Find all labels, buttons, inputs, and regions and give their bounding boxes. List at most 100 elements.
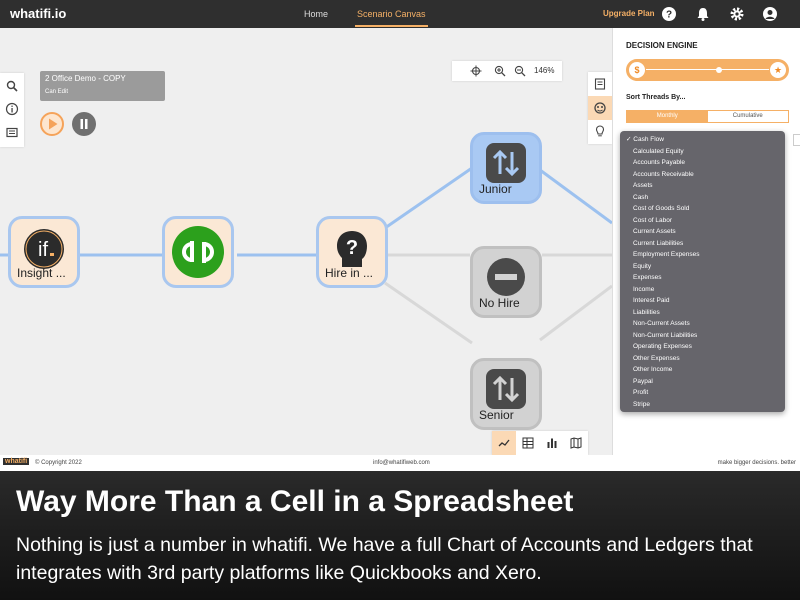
bar-chart-icon [547,438,557,448]
zoom-level: 146% [534,66,555,75]
dropdown-item[interactable]: Liabilities [620,307,785,319]
node-label: No Hire [479,296,520,310]
info-icon[interactable] [5,102,19,116]
slider-track [646,69,769,70]
account-dropdown-list: Cash FlowCalculated EquityAccounts Payab… [620,131,785,412]
top-navbar: whatifi.io Home Scenario Canvas Upgrade … [0,0,800,28]
decision-engine-tab[interactable] [588,96,612,120]
priority-slider[interactable]: $ ★ [626,59,789,81]
map-icon [570,437,582,449]
footer-copyright: © Copyright 2022 [35,460,82,466]
left-toolbar [0,73,24,147]
play-icon [49,118,58,130]
slider-handle[interactable] [716,67,722,73]
dropdown-item[interactable]: Stripe [620,399,785,411]
notes-icon[interactable] [593,77,607,91]
sort-toggle: Monthly Cumulative [626,110,789,123]
sort-threads-label: Sort Threads By... [626,94,686,101]
footer-tagline: make bigger decisions. better [717,460,796,466]
node-quickbooks[interactable] [162,216,234,288]
dropdown-item[interactable]: Current Assets [620,226,785,238]
dropdown-item[interactable]: Accounts Payable [620,157,785,169]
lightbulb-icon[interactable] [593,124,607,138]
node-no-hire[interactable]: No Hire [470,246,542,318]
caption-headline: Way More Than a Cell in a Spreadsheet [16,485,574,518]
marketing-caption: Way More Than a Cell in a Spreadsheet No… [0,471,800,600]
dropdown-item[interactable]: Other Expenses [620,353,785,365]
scenario-name: 2 Office Demo - COPY [45,74,126,83]
node-label: Senior [479,408,514,422]
comment-icon[interactable] [5,126,19,140]
node-label: Insight ... [17,266,66,280]
dropdown-item[interactable]: Equity [620,261,785,273]
node-senior[interactable]: Senior [470,358,542,430]
play-button[interactable] [40,112,64,136]
dropdown-item[interactable]: Interest Paid [620,295,785,307]
table-icon [522,437,534,449]
zoom-toolbar: 146% [452,61,562,81]
question-head-icon: ? [337,231,367,267]
dropdown-item[interactable]: Cash [620,192,785,204]
crosshair-icon[interactable] [470,65,482,77]
node-insight[interactable]: if Insight ... [8,216,80,288]
dropdown-item[interactable]: Paypal [620,376,785,388]
svg-text:?: ? [666,10,672,21]
dollar-icon[interactable]: $ [629,62,645,78]
star-icon[interactable]: ★ [770,62,786,78]
bell-icon[interactable] [695,6,711,22]
dropdown-item[interactable]: Assets [620,180,785,192]
pause-icon [80,119,88,129]
dropdown-item[interactable]: Non-Current Assets [620,318,785,330]
node-junior[interactable]: Junior [470,132,542,204]
quickbooks-logo-icon [172,226,224,278]
canvas-right-toolbar [588,72,612,144]
user-icon[interactable] [762,6,778,22]
dropdown-item[interactable]: Expenses [620,272,785,284]
help-icon[interactable]: ? [661,6,677,22]
dropdown-item[interactable]: Other Income [620,364,785,376]
swap-vertical-icon [486,369,526,409]
dropdown-item[interactable]: Non-Current Liabilities [620,330,785,342]
dropdown-item[interactable]: Cost of Goods Sold [620,203,785,215]
footer-email-link[interactable]: info@whatifiweb.com [373,460,430,466]
gear-icon[interactable] [729,6,745,22]
sort-monthly-option[interactable]: Monthly [627,111,708,122]
dropdown-item[interactable]: Income [620,284,785,296]
nav-scenario-canvas[interactable]: Scenario Canvas [355,9,428,27]
view-line-chart[interactable] [492,431,516,455]
dropdown-item[interactable]: Employment Expenses [620,249,785,261]
engine-icon [594,102,606,114]
zoom-in-icon[interactable] [494,65,506,77]
line-chart-icon [498,439,510,447]
upgrade-plan-link[interactable]: Upgrade Plan [603,9,655,18]
node-label: Hire in ... [325,266,374,280]
node-hire[interactable]: ? Hire in ... [316,216,388,288]
dropdown-item[interactable]: Operating Expenses [620,341,785,353]
edge-senior-out [539,284,612,342]
edge-hire-senior [384,281,473,345]
dropdown-item[interactable]: Current Liabilities [620,238,785,250]
search-icon[interactable] [5,79,19,93]
panel-heading: DECISION ENGINE [626,41,698,50]
edge-hire-junior [384,166,473,230]
view-table[interactable] [516,431,540,455]
app-logo[interactable]: whatifi.io [10,6,66,21]
minus-circle-icon [487,258,525,296]
scenario-canvas[interactable]: 2 Office Demo - COPY Can Edit 146% if In… [0,28,612,455]
dropdown-item[interactable]: Cost of Labor [620,215,785,227]
scenario-card[interactable]: 2 Office Demo - COPY Can Edit [40,71,165,101]
scenario-permission: Can Edit [45,89,69,95]
pause-button[interactable] [72,112,96,136]
view-bar-chart[interactable] [540,431,564,455]
node-label: Junior [479,182,512,196]
caption-body: Nothing is just a number in whatifi. We … [16,534,753,584]
sort-cumulative-option[interactable]: Cumulative [708,111,789,122]
zoom-out-icon[interactable] [514,65,526,77]
view-map[interactable] [564,431,588,455]
dropdown-item[interactable]: Accounts Receivable [620,169,785,181]
dropdown-item[interactable]: Calculated Equity [620,146,785,158]
dropdown-item[interactable]: Cash Flow [620,134,785,146]
nav-home[interactable]: Home [304,9,328,19]
dropdown-item[interactable]: Profit [620,387,785,399]
svg-text:?: ? [346,237,358,259]
